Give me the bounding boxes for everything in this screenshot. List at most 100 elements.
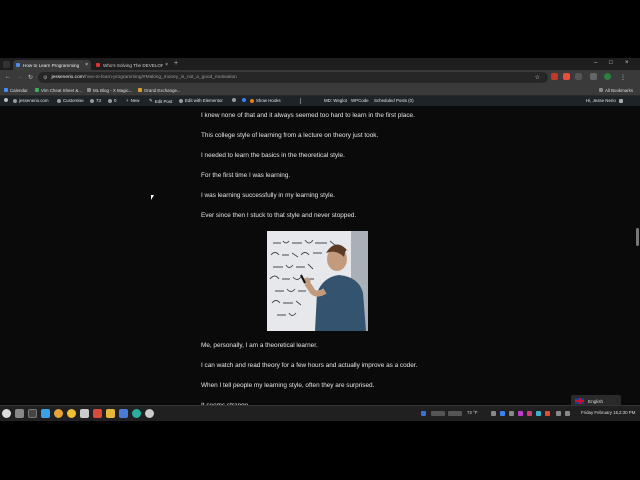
back-icon[interactable]: ← [5,74,11,80]
exchange-icon [138,88,142,92]
admin-comments[interactable]: 0 [108,98,116,103]
site-favicon-icon [16,63,20,67]
tab-search-button[interactable] [3,61,10,68]
side-panel-icon[interactable] [590,73,597,80]
article-paragraph: I was learning successfully in my learni… [201,192,335,199]
admin-scheduled-posts[interactable]: Scheduled Posts (0) [374,98,414,103]
page-content: I knew none of that and it always seemed… [0,106,640,420]
extension-icon[interactable] [563,73,570,80]
new-tab-plus-icon[interactable]: + [174,60,178,67]
page-scrollbar-thumb[interactable] [636,228,639,246]
folder-icon [599,88,603,92]
hooks-icon [250,98,254,103]
minimize-window-icon[interactable]: – [594,60,597,66]
close-tab-icon[interactable]: × [165,62,168,68]
gear-icon [232,98,236,102]
vim-icon [35,88,39,92]
extensions-puzzle-icon[interactable] [575,73,582,80]
taskbar-date[interactable]: Friday February 16, [581,410,619,415]
admin-account[interactable]: Hi, Jesse Nerio [586,98,625,103]
admin-settings[interactable] [232,98,238,102]
brush-icon [57,98,61,103]
tray-icon[interactable] [491,411,496,416]
article-paragraph: This college style of learning from a le… [201,132,379,139]
calendar-icon [4,88,8,92]
wp-admin-bar: jessenerio.com Customise 73 0 + New ✎ Edit… [0,96,640,106]
tab-strip: How to Learn Programming × Who's Solving… [0,58,640,70]
plugin-icon [242,98,246,102]
tray-app-icon[interactable] [545,411,550,416]
edge-browser-icon[interactable] [41,409,50,418]
close-window-icon[interactable]: × [625,60,629,66]
tab-developer[interactable]: Who's Solving The DEVELOPER × [93,60,171,70]
admin-weglot[interactable]: MD: Weglot [324,98,347,103]
profile-avatar-icon[interactable] [604,73,611,80]
admin-plugin[interactable] [242,98,248,102]
browser-menu-icon[interactable]: ⋮ [620,74,626,81]
app-teal-icon[interactable] [132,409,141,418]
terminal-icon[interactable] [28,409,37,418]
admin-customise[interactable]: Customise [57,98,84,103]
bookmark-vim-cheat-sheet[interactable]: Vim Cheat Sheet &... [35,86,82,94]
tray-app-icon[interactable] [518,411,523,416]
admin-new[interactable]: + New [126,98,139,103]
tray-app-icon[interactable] [421,411,426,416]
updates-icon [90,98,94,103]
close-tab-icon[interactable]: × [85,62,88,68]
settings-gear-icon[interactable] [145,409,154,418]
tray-thumbnail-icon[interactable] [431,411,445,416]
article-paragraph: I needed to learn the basics in the theo… [201,152,345,159]
tab-how-to-learn[interactable]: How to Learn Programming × [13,60,91,70]
comment-icon [108,98,112,103]
volume-icon[interactable] [565,411,570,416]
elementor-icon [179,98,183,103]
maximize-window-icon[interactable]: □ [609,60,613,66]
weather-widget[interactable]: 72 °F [467,410,478,415]
bookmark-ml-blog[interactable]: ML Blog - X Magic... [87,86,132,94]
start-menu-icon[interactable] [2,409,11,418]
blog-icon [87,88,91,92]
bookmark-grand-exchange[interactable]: Grand Exchange... [138,86,181,94]
tray-app-icon[interactable] [527,411,532,416]
wordpress-logo-icon[interactable] [4,98,10,102]
avatar [618,98,623,103]
admin-wpcode[interactable]: WPCode [351,98,369,103]
bookmark-star-icon[interactable]: ☆ [535,74,540,81]
app-red-icon[interactable] [93,409,102,418]
address-bar[interactable]: ⚙ jessenerio.com/how-to-learn-programmin… [38,72,548,83]
taskbar-time[interactable]: 2:30 PM [619,410,635,415]
article-paragraph: I can watch and read theory for a few ho… [201,362,418,369]
article-paragraph: I knew none of that and it always seemed… [201,112,415,119]
article-paragraph: When I tell people my learning style, of… [201,382,375,389]
tray-thumbnail-icon[interactable] [448,411,462,416]
admin-updates[interactable]: 73 [90,98,101,103]
bluetooth-icon[interactable] [500,411,505,416]
home-icon [13,98,17,103]
chrome-active-icon[interactable] [67,409,76,418]
bookmarks-bar: Calendar Vim Cheat Sheet &... ML Blog - … [0,85,640,96]
pencil-icon: ✎ [149,98,153,103]
all-bookmarks-button[interactable]: All Bookmarks [599,86,633,94]
forward-icon[interactable]: → [17,74,23,80]
tray-icon[interactable] [509,411,514,416]
admin-site-name[interactable]: jessenerio.com [13,98,49,103]
uk-flag-icon [575,398,584,404]
admin-edit-elementor[interactable]: Edit with Elementor [179,98,223,103]
file-explorer-icon[interactable] [106,409,115,418]
app-blue-icon[interactable] [119,409,128,418]
notepad-icon[interactable] [80,409,89,418]
reload-icon[interactable]: ↻ [28,74,33,81]
admin-edit-post[interactable]: ✎ Edit Post [149,98,172,104]
mouse-cursor-icon [151,195,154,200]
browser-toolbar: ← → ↻ ⚙ jessenerio.com/how-to-learn-prog… [0,70,640,85]
task-view-icon[interactable] [15,409,24,418]
site-info-icon[interactable]: ⚙ [43,75,47,81]
wifi-icon[interactable] [556,411,561,416]
taskbar: 72 °F Friday February 16, 2:30 PM [0,405,640,421]
tray-app-icon[interactable] [536,411,541,416]
extension-icon[interactable] [551,73,558,80]
chrome-icon[interactable] [54,409,63,418]
article-paragraph: For the first time I was learning. [201,172,291,179]
bookmark-calendar[interactable]: Calendar [4,86,28,94]
admin-show-hooks[interactable]: Show Hooks [250,98,281,103]
